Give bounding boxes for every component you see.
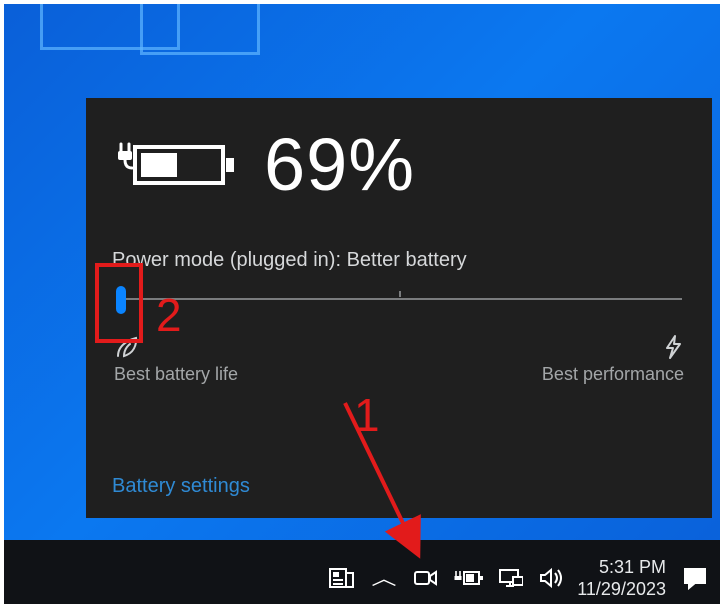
slider-thumb[interactable]: [116, 286, 126, 314]
slider-right-endcap: Best performance: [542, 334, 684, 385]
battery-level-icon: [132, 140, 236, 190]
power-mode-label: Power mode (plugged in): Better battery: [112, 249, 686, 272]
battery-percentage: 69%: [264, 122, 415, 207]
slider-left-label: Best battery life: [114, 364, 238, 385]
battery-flyout: 69% Power mode (plugged in): Better batt…: [86, 98, 712, 518]
plug-icon: [112, 142, 138, 172]
battery-settings-link[interactable]: Battery settings: [112, 475, 250, 498]
taskbar-clock[interactable]: 5:31 PM 11/29/2023: [577, 556, 666, 601]
battery-status-icon: [112, 140, 236, 190]
taskbar-time: 5:31 PM: [577, 556, 666, 579]
slider-right-label: Best performance: [542, 364, 684, 385]
taskbar-date: 11/29/2023: [577, 578, 666, 601]
chevron-up-icon: ︿: [372, 565, 397, 591]
slider-left-endcap: Best battery life: [114, 334, 238, 385]
power-mode-slider[interactable]: [116, 288, 682, 338]
slider-track: [116, 298, 682, 300]
slider-tick: [399, 291, 401, 297]
